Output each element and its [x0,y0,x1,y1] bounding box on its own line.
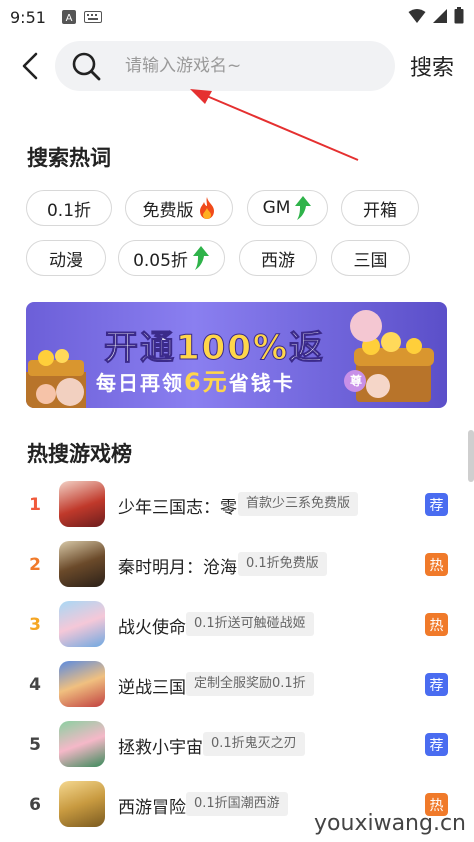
rank-number: 3 [29,615,41,635]
search-field[interactable] [55,41,395,91]
game-name: 拯救小宇宙 [118,738,203,758]
game-icon [59,541,105,587]
banner-vip-tag: 尊 [350,374,363,388]
chevron-left-icon [22,52,38,80]
game-icon [59,661,105,707]
rank-row[interactable]: 1 少年三国志：零 首款少三系免费版 荐 [0,475,474,535]
game-name: 西游冒险 [118,798,186,818]
hot-tag-label: 西游 [261,250,295,271]
hot-badge: 热 [425,553,448,576]
game-name: 少年三国志：零 [118,498,237,518]
search-submit-button[interactable]: 搜索 [410,50,454,82]
up-arrow-icon [192,246,209,270]
game-desc: 0.1折鬼灭之刃 [203,732,305,756]
scrollbar-thumb[interactable] [468,430,474,482]
banner-text: 省钱卡 [228,371,295,395]
recommend-badge: 荐 [425,493,448,516]
rank-row[interactable]: 2 秦时明月：沧海 0.1折免费版 热 [0,535,474,595]
game-desc: 0.1折免费版 [238,552,327,576]
hot-tag-label: GM [262,198,291,218]
wifi-icon [408,8,426,23]
hot-tag-label: 三国 [353,250,388,271]
recommend-badge: 荐 [425,673,448,696]
a-app-icon: A [61,10,76,24]
hot-tag[interactable]: 动漫 [26,240,106,276]
up-arrow-icon [295,196,312,220]
rank-row[interactable]: 3 战火使命 0.1折送可触碰战姬 热 [0,595,474,655]
rank-number: 5 [29,735,41,755]
banner-highlight: 6元 [184,368,229,396]
search-icon [72,52,101,81]
hot-tag-label: 动漫 [49,250,83,271]
watermark: youxiwang.cn [314,811,466,836]
rank-number: 4 [29,675,41,695]
hot-tag-label: 免费版 [142,200,194,221]
hot-tag[interactable]: 三国 [331,240,410,276]
back-button[interactable] [16,50,44,82]
rank-row[interactable]: 5 拯救小宇宙 0.1折鬼灭之刃 荐 [0,715,474,775]
game-icon [59,721,105,767]
signal-icon [433,8,447,23]
banner-text: 每日再领 [96,371,184,395]
hot-tag[interactable]: 0.05折 [118,240,225,276]
fire-icon [199,197,214,219]
hot-ranking-title: 热搜游戏榜 [27,442,132,466]
rank-row[interactable]: 4 逆战三国 定制全服奖励0.1折 荐 [0,655,474,715]
game-icon [59,481,105,527]
hot-tag-label: 开箱 [363,200,397,221]
rank-number: 2 [29,555,41,575]
hot-tag[interactable]: 0.1折 [26,190,112,226]
svg-text:A: A [66,13,73,24]
hot-badge: 热 [425,613,448,636]
game-name: 战火使命 [118,618,186,638]
keyboard-icon [83,11,102,23]
hot-tag[interactable]: GM [247,190,328,226]
banner-subline: 每日再领6元省钱卡 [96,362,295,397]
promo-banner[interactable]: 开通100%返 每日再领6元省钱卡 尊 [26,302,447,408]
game-desc: 0.1折国潮西游 [186,792,288,816]
hot-tag[interactable]: 开箱 [341,190,419,226]
game-desc: 首款少三系免费版 [238,492,359,516]
search-bar: 搜索 [0,40,474,92]
game-desc: 定制全服奖励0.1折 [186,672,314,696]
game-icon [59,781,105,827]
game-name: 逆战三国 [118,678,186,698]
battery-icon [454,7,464,24]
hot-tag-label: 0.05折 [133,250,188,271]
hot-tag-label: 0.1折 [46,200,92,221]
rank-number: 1 [29,495,41,515]
hot-tag[interactable]: 免费版 [125,190,233,226]
hot-words-title: 搜索热词 [27,146,111,170]
game-desc: 0.1折送可触碰战姬 [186,612,314,636]
search-input[interactable] [125,56,365,76]
game-icon [59,601,105,647]
status-time: 9:51 [10,7,46,27]
rank-number: 6 [29,795,41,815]
game-name: 秦时明月：沧海 [118,558,237,578]
status-bar: 9:51 A [0,0,474,34]
hot-tag[interactable]: 西游 [239,240,317,276]
recommend-badge: 荐 [425,733,448,756]
